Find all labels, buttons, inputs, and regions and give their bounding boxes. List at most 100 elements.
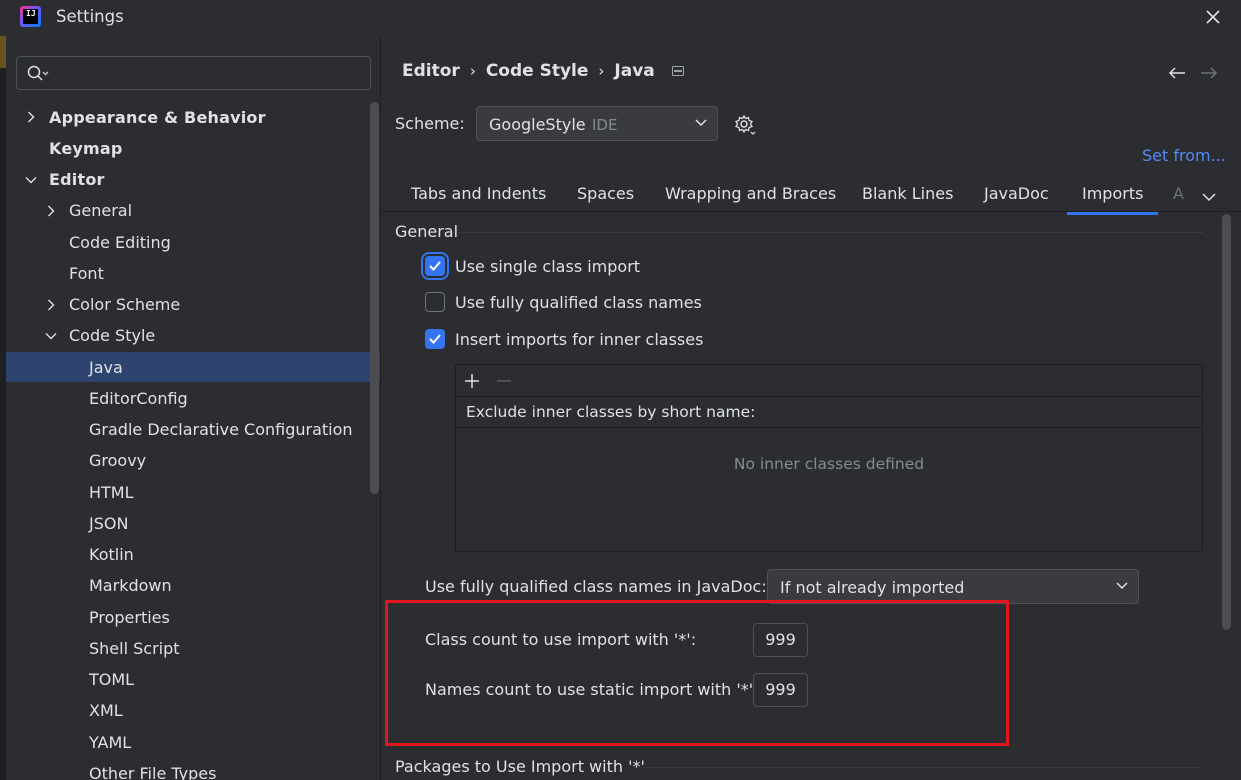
checkbox-checked[interactable]: [425, 329, 445, 349]
sidebar-item-other-file-types[interactable]: Other File Types: [6, 758, 380, 780]
sidebar-item-groovy[interactable]: Groovy: [6, 446, 380, 476]
annotation-highlight-box: [385, 600, 1009, 746]
sidebar-item-code-editing[interactable]: Code Editing: [6, 227, 380, 257]
checkbox-insert-imports-for-inner-classes[interactable]: Insert imports for inner classes: [425, 329, 703, 349]
sidebar-item-appearance-behavior[interactable]: Appearance & Behavior: [6, 102, 380, 132]
breadcrumb-code-style[interactable]: Code Style: [486, 61, 589, 81]
chevron-right-icon[interactable]: [44, 298, 58, 312]
javadoc-label: Use fully qualified class names in JavaD…: [425, 577, 767, 596]
tab-blank-lines[interactable]: Blank Lines: [862, 184, 953, 203]
sidebar-item-java[interactable]: Java: [6, 352, 380, 382]
tab-bar: Tabs and Indents Spaces Wrapping and Bra…: [382, 174, 1241, 215]
window-title: Settings: [56, 7, 124, 26]
sidebar-item-markdown[interactable]: Markdown: [6, 571, 380, 601]
close-icon[interactable]: [1201, 5, 1225, 29]
checkbox-label: Use single class import: [455, 256, 641, 276]
settings-sidebar: Appearance & Behavior Keymap Editor General…: [6, 36, 381, 780]
sidebar-item-xml[interactable]: XML: [6, 696, 380, 726]
breadcrumb-separator: ›: [469, 62, 476, 80]
scheme-value: GoogleStyle: [489, 115, 586, 134]
sidebar-scrollbar[interactable]: [370, 102, 379, 494]
sidebar-item-label: Editor: [49, 170, 105, 189]
tab-tabs-and-indents[interactable]: Tabs and Indents: [411, 184, 546, 203]
section-general-title: General: [395, 222, 459, 241]
sidebar-item-label: Kotlin: [89, 545, 134, 564]
tab-spaces[interactable]: Spaces: [577, 184, 634, 203]
sidebar-item-yaml[interactable]: YAML: [6, 727, 380, 757]
checkbox-unchecked[interactable]: [425, 292, 445, 312]
sidebar-item-label: Java: [89, 357, 123, 377]
back-arrow-icon[interactable]: [1168, 66, 1186, 84]
breadcrumb-editor[interactable]: Editor: [402, 61, 460, 81]
sidebar-item-gradle-declarative-configuration[interactable]: Gradle Declarative Configuration: [6, 415, 380, 445]
sidebar-item-label: Other File Types: [89, 763, 217, 780]
checkmark-icon: [429, 334, 441, 344]
sidebar-item-font[interactable]: Font: [6, 258, 380, 288]
chevron-down-icon: [1116, 582, 1128, 590]
breadcrumb-separator: ›: [598, 62, 605, 80]
checkbox-checked[interactable]: [425, 256, 445, 276]
sidebar-item-keymap[interactable]: Keymap: [6, 133, 380, 163]
section-divider: [642, 767, 1202, 768]
exclude-inner-classes-list: Exclude inner classes by short name: No …: [455, 364, 1203, 552]
sidebar-item-label: EditorConfig: [89, 388, 188, 408]
sidebar-item-label: Color Scheme: [69, 295, 181, 314]
list-header: Exclude inner classes by short name:: [456, 397, 1202, 428]
javadoc-value: If not already imported: [780, 578, 965, 597]
tab-arrangement[interactable]: A: [1173, 184, 1184, 203]
sidebar-item-general[interactable]: General: [6, 196, 380, 226]
tabs-overflow-chevron-icon[interactable]: [1202, 188, 1216, 206]
sidebar-item-label: JSON: [89, 513, 129, 533]
chevron-down-icon[interactable]: [24, 173, 38, 187]
sidebar-item-color-scheme[interactable]: Color Scheme: [6, 290, 380, 320]
title-bar: IJ Settings: [0, 0, 1241, 36]
sidebar-item-label: Code Editing: [69, 232, 171, 252]
search-input[interactable]: [16, 56, 371, 90]
sidebar-item-label: Gradle Declarative Configuration: [89, 420, 353, 439]
checkbox-use-fully-qualified-class-names[interactable]: Use fully qualified class names: [425, 292, 702, 312]
scheme-dropdown[interactable]: GoogleStyle IDE: [476, 106, 718, 141]
breadcrumb-java: Java: [614, 61, 655, 81]
sidebar-item-label: Properties: [89, 607, 170, 627]
sidebar-item-label: General: [69, 201, 133, 221]
chevron-down-icon: [695, 119, 707, 127]
sidebar-item-label: HTML: [89, 482, 134, 502]
section-divider: [458, 232, 1203, 233]
sidebar-item-shell-script[interactable]: Shell Script: [6, 633, 380, 663]
sidebar-item-code-style[interactable]: Code Style: [6, 321, 380, 351]
sidebar-item-json[interactable]: JSON: [6, 508, 380, 538]
set-from-link[interactable]: Set from...: [1142, 146, 1226, 165]
list-toolbar: [456, 365, 1202, 397]
checkmark-icon: [429, 261, 441, 271]
sidebar-item-html[interactable]: HTML: [6, 477, 380, 507]
chevron-right-icon[interactable]: [24, 110, 38, 124]
tab-javadoc[interactable]: JavaDoc: [984, 184, 1049, 203]
sidebar-item-label: XML: [89, 701, 123, 721]
search-icon: [27, 65, 49, 81]
chevron-down-icon[interactable]: [44, 329, 58, 343]
content-scrollbar[interactable]: [1222, 214, 1231, 630]
forward-arrow-icon[interactable]: [1200, 66, 1218, 84]
sidebar-item-editor[interactable]: Editor: [6, 165, 380, 195]
sidebar-item-kotlin[interactable]: Kotlin: [6, 540, 380, 570]
tab-imports[interactable]: Imports: [1066, 184, 1159, 215]
sidebar-item-editorconfig[interactable]: EditorConfig: [6, 383, 380, 413]
sidebar-item-label: YAML: [89, 732, 132, 752]
checkbox-label: Use fully qualified class names: [455, 292, 702, 312]
remove-icon[interactable]: [494, 371, 514, 391]
sidebar-item-label: TOML: [89, 670, 135, 689]
checkbox-label: Insert imports for inner classes: [455, 329, 704, 349]
section-packages-title: Packages to Use Import with '*': [395, 757, 645, 776]
sidebar-item-properties[interactable]: Properties: [6, 602, 380, 632]
sidebar-item-label: Appearance & Behavior: [49, 107, 266, 127]
add-icon[interactable]: [462, 371, 482, 391]
chevron-right-icon[interactable]: [44, 204, 58, 218]
sidebar-item-toml[interactable]: TOML: [6, 665, 380, 695]
javadoc-dropdown[interactable]: If not already imported: [767, 569, 1139, 604]
scheme-label: Scheme:: [395, 114, 465, 133]
sidebar-item-label: Shell Script: [89, 638, 180, 658]
gear-icon[interactable]: [734, 114, 756, 140]
tab-wrapping-and-braces[interactable]: Wrapping and Braces: [665, 184, 836, 203]
checkbox-use-single-class-import[interactable]: Use single class import: [425, 256, 640, 276]
sidebar-item-label: Font: [69, 263, 104, 283]
